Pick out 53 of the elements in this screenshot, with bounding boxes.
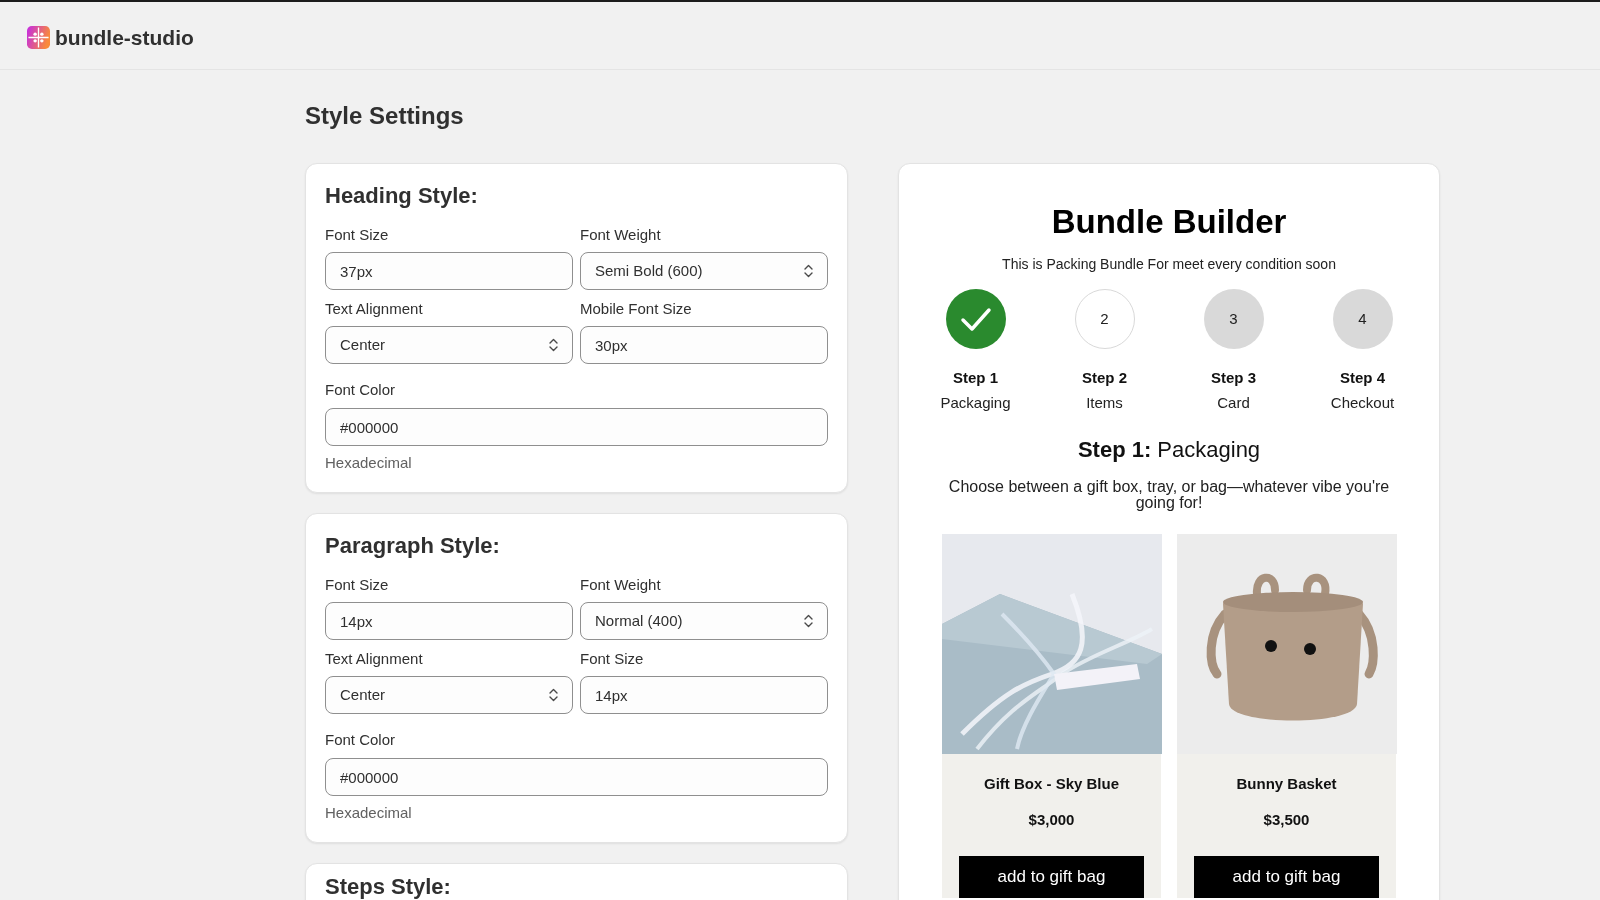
field-label: Font Size	[325, 225, 390, 245]
logo-icon	[27, 26, 50, 49]
help-text: Hexadecimal	[325, 453, 413, 473]
input-field[interactable]: #000000	[325, 758, 828, 796]
product-price: $3,500	[1262, 810, 1311, 830]
step-label: Step 2	[1082, 368, 1127, 388]
product-name: Bunny Basket	[1235, 774, 1338, 794]
section-title: Paragraph Style:	[325, 532, 501, 560]
page-title: Style Settings	[305, 101, 465, 131]
step-label: Step 1	[953, 368, 998, 388]
step-name: Card	[1217, 393, 1250, 413]
step-description: Choose between a gift box, tray, or bag—whatever vibe you're going for!	[947, 479, 1391, 511]
preview-subtitle: This is Packing Bundle For meet every condition soon	[1002, 255, 1336, 273]
step-number: 3	[1203, 289, 1264, 349]
field-label: Font Weight	[580, 225, 662, 245]
field-label: Font Size	[580, 649, 645, 669]
add-to-bag-button[interactable]: add to gift bag	[959, 856, 1144, 898]
input-field[interactable]: 14px	[580, 676, 828, 714]
step-label: Step 3	[1211, 368, 1256, 388]
field-label: Text Alignment	[325, 299, 424, 319]
step-name: Packaging	[940, 393, 1011, 413]
step-name: Checkout	[1330, 393, 1395, 413]
step-label: Step 4	[1340, 368, 1385, 388]
select-field[interactable]: Center	[325, 326, 573, 364]
select-field[interactable]: Semi Bold (600)	[580, 252, 828, 290]
brand-name: bundle-studio	[55, 24, 194, 51]
section-title: Heading Style:	[325, 182, 479, 210]
input-field[interactable]: 30px	[580, 326, 828, 364]
step-name: Items	[1086, 393, 1123, 413]
product-price: $3,000	[1027, 810, 1076, 830]
input-field[interactable]: 14px	[325, 602, 573, 640]
input-field[interactable]: 37px	[325, 252, 573, 290]
input-field[interactable]: #000000	[325, 408, 828, 446]
chevron-up-down-icon	[804, 264, 813, 278]
add-to-bag-button[interactable]: add to gift bag	[1194, 856, 1379, 898]
select-field[interactable]: Normal (400)	[580, 602, 828, 640]
field-label: Mobile Font Size	[580, 299, 693, 319]
step-number: 4	[1332, 289, 1393, 349]
chevron-up-down-icon	[804, 614, 813, 628]
chevron-up-down-icon	[549, 338, 558, 352]
field-label: Text Alignment	[325, 649, 424, 669]
step-number: 2	[1074, 289, 1135, 349]
section-title: Steps Style:	[325, 876, 452, 898]
field-label: Font Color	[325, 730, 397, 750]
select-field[interactable]: Center	[325, 676, 573, 714]
product-name: Gift Box - Sky Blue	[983, 774, 1120, 794]
field-label: Font Size	[325, 575, 390, 595]
help-text: Hexadecimal	[325, 803, 413, 823]
field-label: Font Color	[325, 380, 397, 400]
preview-title: Bundle Builder	[1051, 202, 1287, 242]
step-heading: Step 1: Packaging	[1077, 436, 1261, 464]
field-label: Font Weight	[580, 575, 662, 595]
chevron-up-down-icon	[549, 688, 558, 702]
